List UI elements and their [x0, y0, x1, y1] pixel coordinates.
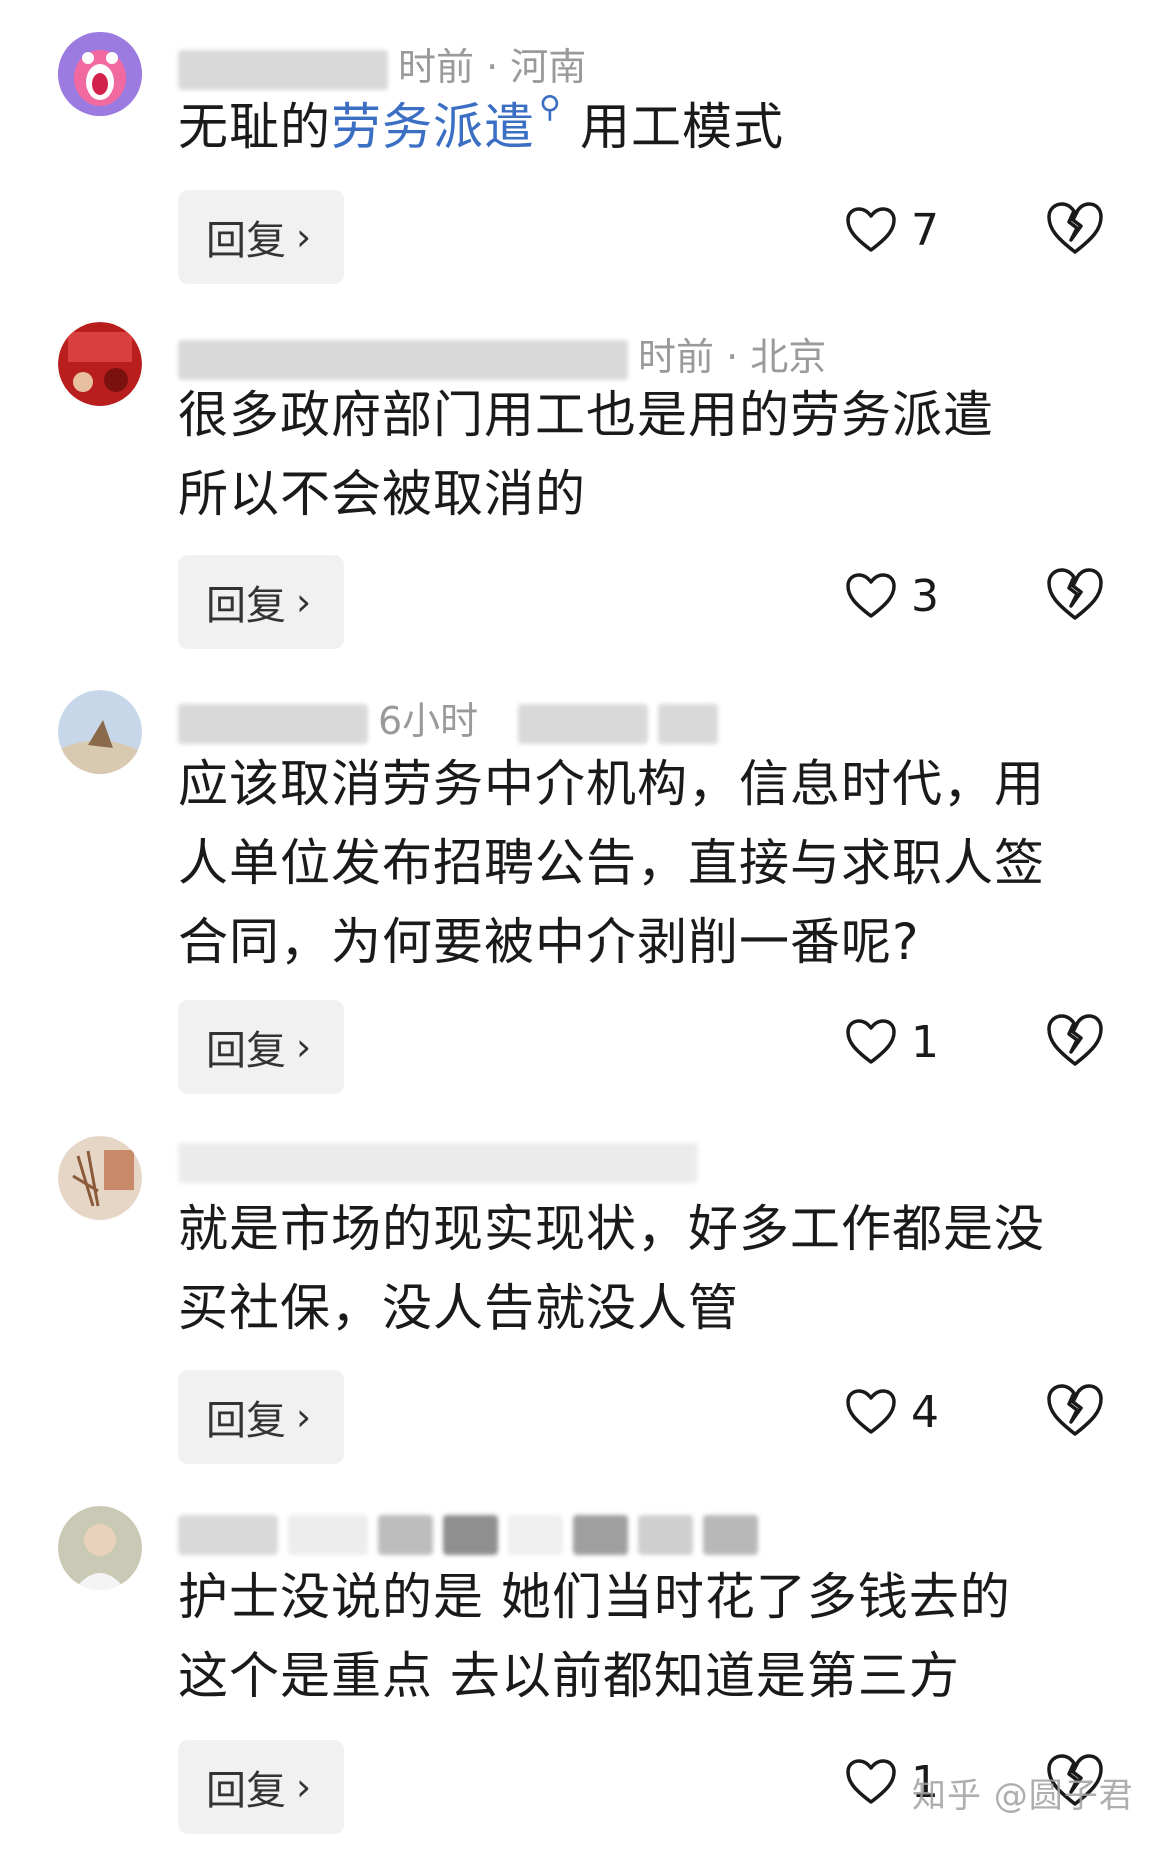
comment-meta [178, 1138, 708, 1183]
like-count: 7 [911, 204, 939, 256]
avatar[interactable] [58, 322, 142, 406]
avatar[interactable] [58, 1136, 142, 1220]
reply-button[interactable]: 回复 › [178, 1740, 344, 1834]
search-icon: ⚲ [539, 90, 562, 125]
heart-icon [846, 573, 896, 618]
comment-meta: 时前 · 河南 [178, 36, 586, 91]
like-count: 4 [911, 1386, 939, 1438]
avatar-image [58, 1506, 142, 1590]
avatar-image [58, 1136, 142, 1220]
reply-button[interactable]: 回复 › [178, 190, 344, 284]
comment-text: 护士没说的是 她们当时花了多钱去的 这个是重点 去以前都知道是第三方 [178, 1568, 1011, 1705]
comment-meta [178, 1510, 768, 1555]
chevron-right-icon: › [296, 1025, 312, 1069]
avatar-image [58, 322, 142, 406]
avatar-image [58, 690, 142, 774]
comment-text: 无耻的劳务派遣 ⚲ 用工模式 [178, 90, 784, 156]
comment-text: 应该取消劳务中介机构，信息时代，用 人单位发布招聘公告，直接与求职人签 合同，为… [178, 755, 1045, 971]
reply-button[interactable]: 回复 › [178, 1000, 344, 1094]
heart-icon [846, 1759, 896, 1804]
chevron-right-icon: › [296, 1765, 312, 1809]
like-button[interactable]: 7 [845, 200, 939, 260]
comment-meta: 6小时 [178, 690, 728, 745]
broken-heart-icon[interactable] [1045, 1010, 1105, 1070]
heart-icon [846, 1389, 896, 1434]
comment-text: 很多政府部门用工也是用的劳务派遣 所以不会被取消的 [178, 386, 994, 523]
heart-icon [846, 207, 896, 252]
heart-icon [846, 1019, 896, 1064]
reply-button[interactable]: 回复 › [178, 555, 344, 649]
watermark: 知乎 @圆子君 [912, 1776, 1134, 1816]
comment-text: 就是市场的现实现状，好多工作都是没 买社保，没人告就没人管 [178, 1200, 1045, 1337]
broken-heart-icon[interactable] [1045, 564, 1105, 624]
like-button[interactable]: 1 [845, 1012, 939, 1072]
broken-heart-icon[interactable] [1045, 1380, 1105, 1440]
comment-meta: 时前 · 北京 [178, 326, 826, 381]
broken-heart-icon[interactable] [1045, 198, 1105, 258]
avatar[interactable] [58, 1506, 142, 1590]
like-count: 3 [911, 570, 939, 622]
avatar[interactable] [58, 32, 142, 116]
chevron-right-icon: › [296, 580, 312, 624]
like-count: 1 [911, 1016, 939, 1068]
like-button[interactable]: 3 [845, 566, 939, 626]
avatar-image [58, 32, 142, 116]
avatar[interactable] [58, 690, 142, 774]
reply-button[interactable]: 回复 › [178, 1370, 344, 1464]
chevron-right-icon: › [296, 1395, 312, 1439]
chevron-right-icon: › [296, 215, 312, 259]
topic-link[interactable]: 劳务派遣 [331, 98, 535, 156]
like-button[interactable]: 4 [845, 1382, 939, 1442]
